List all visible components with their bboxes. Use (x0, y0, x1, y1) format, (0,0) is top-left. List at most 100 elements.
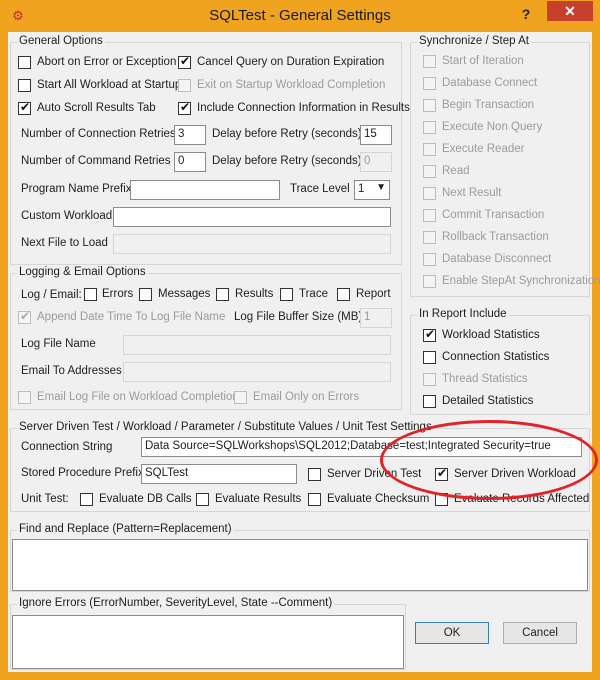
next-file-input[interactable] (113, 234, 391, 254)
log-report-label: Report (356, 288, 391, 300)
title-bar[interactable]: ⚙ SQLTest - General Settings ? ✕ (0, 0, 600, 32)
start-all-workload-checkbox[interactable] (18, 79, 31, 92)
log-messages-checkbox[interactable] (139, 288, 152, 301)
log-buffer-input[interactable]: 1 (360, 308, 392, 328)
help-icon[interactable]: ? (516, 6, 536, 26)
window-title: SQLTest - General Settings (209, 7, 391, 24)
sync-item-checkbox[interactable] (423, 275, 436, 288)
sync-label: Synchronize / Step At (417, 35, 531, 47)
email-only-errors-label: Email Only on Errors (253, 391, 360, 403)
delay-retry-label: Delay before Retry (seconds) (212, 128, 362, 140)
log-file-name-input[interactable] (123, 335, 391, 355)
cancel-query-checkbox[interactable] (178, 54, 191, 69)
general-options-label: General Options (17, 35, 105, 47)
workload-stats-checkbox[interactable] (423, 327, 436, 342)
close-icon[interactable]: ✕ (547, 1, 593, 21)
find-replace-textarea[interactable] (12, 539, 588, 591)
log-errors-label: Errors (102, 288, 134, 300)
sync-item-checkbox[interactable] (423, 121, 436, 134)
sync-item-checkbox[interactable] (423, 99, 436, 112)
report-label: In Report Include (417, 308, 509, 320)
sync-item-checkbox[interactable] (423, 55, 436, 68)
sync-item-checkbox[interactable] (423, 165, 436, 178)
detailed-stats-label: Detailed Statistics (442, 395, 534, 407)
program-prefix-input[interactable] (130, 180, 280, 200)
highlight-oval (380, 420, 598, 500)
ignore-errors-label: Ignore Errors (ErrorNumber, SeverityLeve… (17, 597, 335, 609)
custom-workload-label: Custom Workload (21, 210, 113, 222)
connection-stats-checkbox[interactable] (423, 351, 436, 364)
auto-scroll-label: Auto Scroll Results Tab (37, 102, 156, 114)
find-replace-label: Find and Replace (Pattern=Replacement) (17, 523, 234, 535)
command-retries-input[interactable]: 0 (174, 152, 206, 172)
sync-item-checkbox[interactable] (423, 231, 436, 244)
cancel-button[interactable]: Cancel (503, 622, 577, 644)
delay-retry-input[interactable]: 15 (360, 125, 392, 145)
log-file-name-label: Log File Name (21, 338, 96, 350)
program-prefix-label: Program Name Prefix (21, 183, 132, 195)
delay-retry2-label: Delay before Retry (seconds) (212, 155, 362, 167)
next-file-label: Next File to Load (21, 237, 108, 249)
chevron-down-icon: ▼ (376, 182, 386, 193)
log-trace-checkbox[interactable] (280, 288, 293, 301)
exit-on-startup-label: Exit on Startup Workload Completion (197, 79, 386, 91)
email-only-errors-checkbox[interactable] (234, 391, 247, 404)
log-trace-label: Trace (299, 288, 328, 300)
evaluate-checksum-checkbox[interactable] (308, 493, 321, 506)
log-buffer-label: Log File Buffer Size (MB) (234, 311, 363, 323)
include-connection-info-checkbox[interactable] (178, 100, 191, 115)
command-retries-label: Number of Command Retries (21, 155, 171, 167)
append-date-checkbox[interactable] (18, 309, 31, 324)
trace-level-label: Trace Level (290, 183, 350, 195)
log-results-checkbox[interactable] (216, 288, 229, 301)
server-label: Server Driven Test / Workload / Paramete… (17, 421, 434, 433)
email-to-label: Email To Addresses (21, 365, 122, 377)
stored-proc-prefix-input[interactable]: SQLTest (141, 464, 297, 484)
log-report-checkbox[interactable] (337, 288, 350, 301)
trace-level-select[interactable]: 1 ▼ (354, 180, 390, 200)
sync-item-checkbox[interactable] (423, 253, 436, 266)
sync-item-checkbox[interactable] (423, 143, 436, 156)
start-all-workload-label: Start All Workload at Startup (37, 79, 182, 91)
workload-stats-label: Workload Statistics (442, 329, 540, 341)
thread-stats-label: Thread Statistics (442, 373, 528, 385)
ignore-errors-textarea[interactable] (12, 615, 404, 669)
evaluate-results-checkbox[interactable] (196, 493, 209, 506)
append-date-label: Append Date Time To Log File Name (37, 311, 226, 323)
abort-on-error-checkbox[interactable] (18, 56, 31, 69)
ok-button[interactable]: OK (415, 622, 489, 644)
trace-level-value: 1 (358, 183, 365, 195)
evaluate-checksum-label: Evaluate Checksum (327, 493, 430, 505)
log-results-label: Results (235, 288, 274, 300)
delay-retry2-input[interactable]: 0 (360, 152, 392, 172)
sync-item-label: Begin Transaction (442, 99, 535, 111)
evaluate-db-calls-checkbox[interactable] (80, 493, 93, 506)
sync-item-checkbox[interactable] (423, 187, 436, 200)
sync-item-label: Rollback Transaction (442, 231, 549, 243)
sync-item-label: Read (442, 165, 470, 177)
logging-label: Logging & Email Options (17, 266, 148, 278)
sync-item-label: Execute Non Query (442, 121, 543, 133)
detailed-stats-checkbox[interactable] (423, 395, 436, 408)
custom-workload-input[interactable] (113, 207, 391, 227)
connection-retries-label: Number of Connection Retries (21, 128, 176, 140)
exit-on-startup-checkbox[interactable] (178, 79, 191, 92)
sync-item-label: Next Result (442, 187, 502, 199)
email-log-file-checkbox[interactable] (18, 391, 31, 404)
log-messages-label: Messages (158, 288, 211, 300)
thread-stats-checkbox[interactable] (423, 373, 436, 386)
stored-proc-prefix-label: Stored Procedure Prefix (21, 467, 144, 479)
evaluate-results-label: Evaluate Results (215, 493, 302, 505)
email-to-input[interactable] (123, 362, 391, 382)
sync-item-label: Enable StepAt Synchronization (442, 275, 600, 287)
connection-retries-input[interactable]: 3 (174, 125, 206, 145)
auto-scroll-checkbox[interactable] (18, 100, 31, 115)
connection-string-label: Connection String (21, 441, 113, 453)
evaluate-db-calls-label: Evaluate DB Calls (99, 493, 192, 505)
sync-item-checkbox[interactable] (423, 77, 436, 90)
sync-item-checkbox[interactable] (423, 209, 436, 222)
unit-test-label: Unit Test: (21, 493, 69, 505)
sync-item-label: Start of Iteration (442, 55, 524, 67)
log-errors-checkbox[interactable] (84, 288, 97, 301)
server-driven-test-checkbox[interactable] (308, 468, 321, 481)
